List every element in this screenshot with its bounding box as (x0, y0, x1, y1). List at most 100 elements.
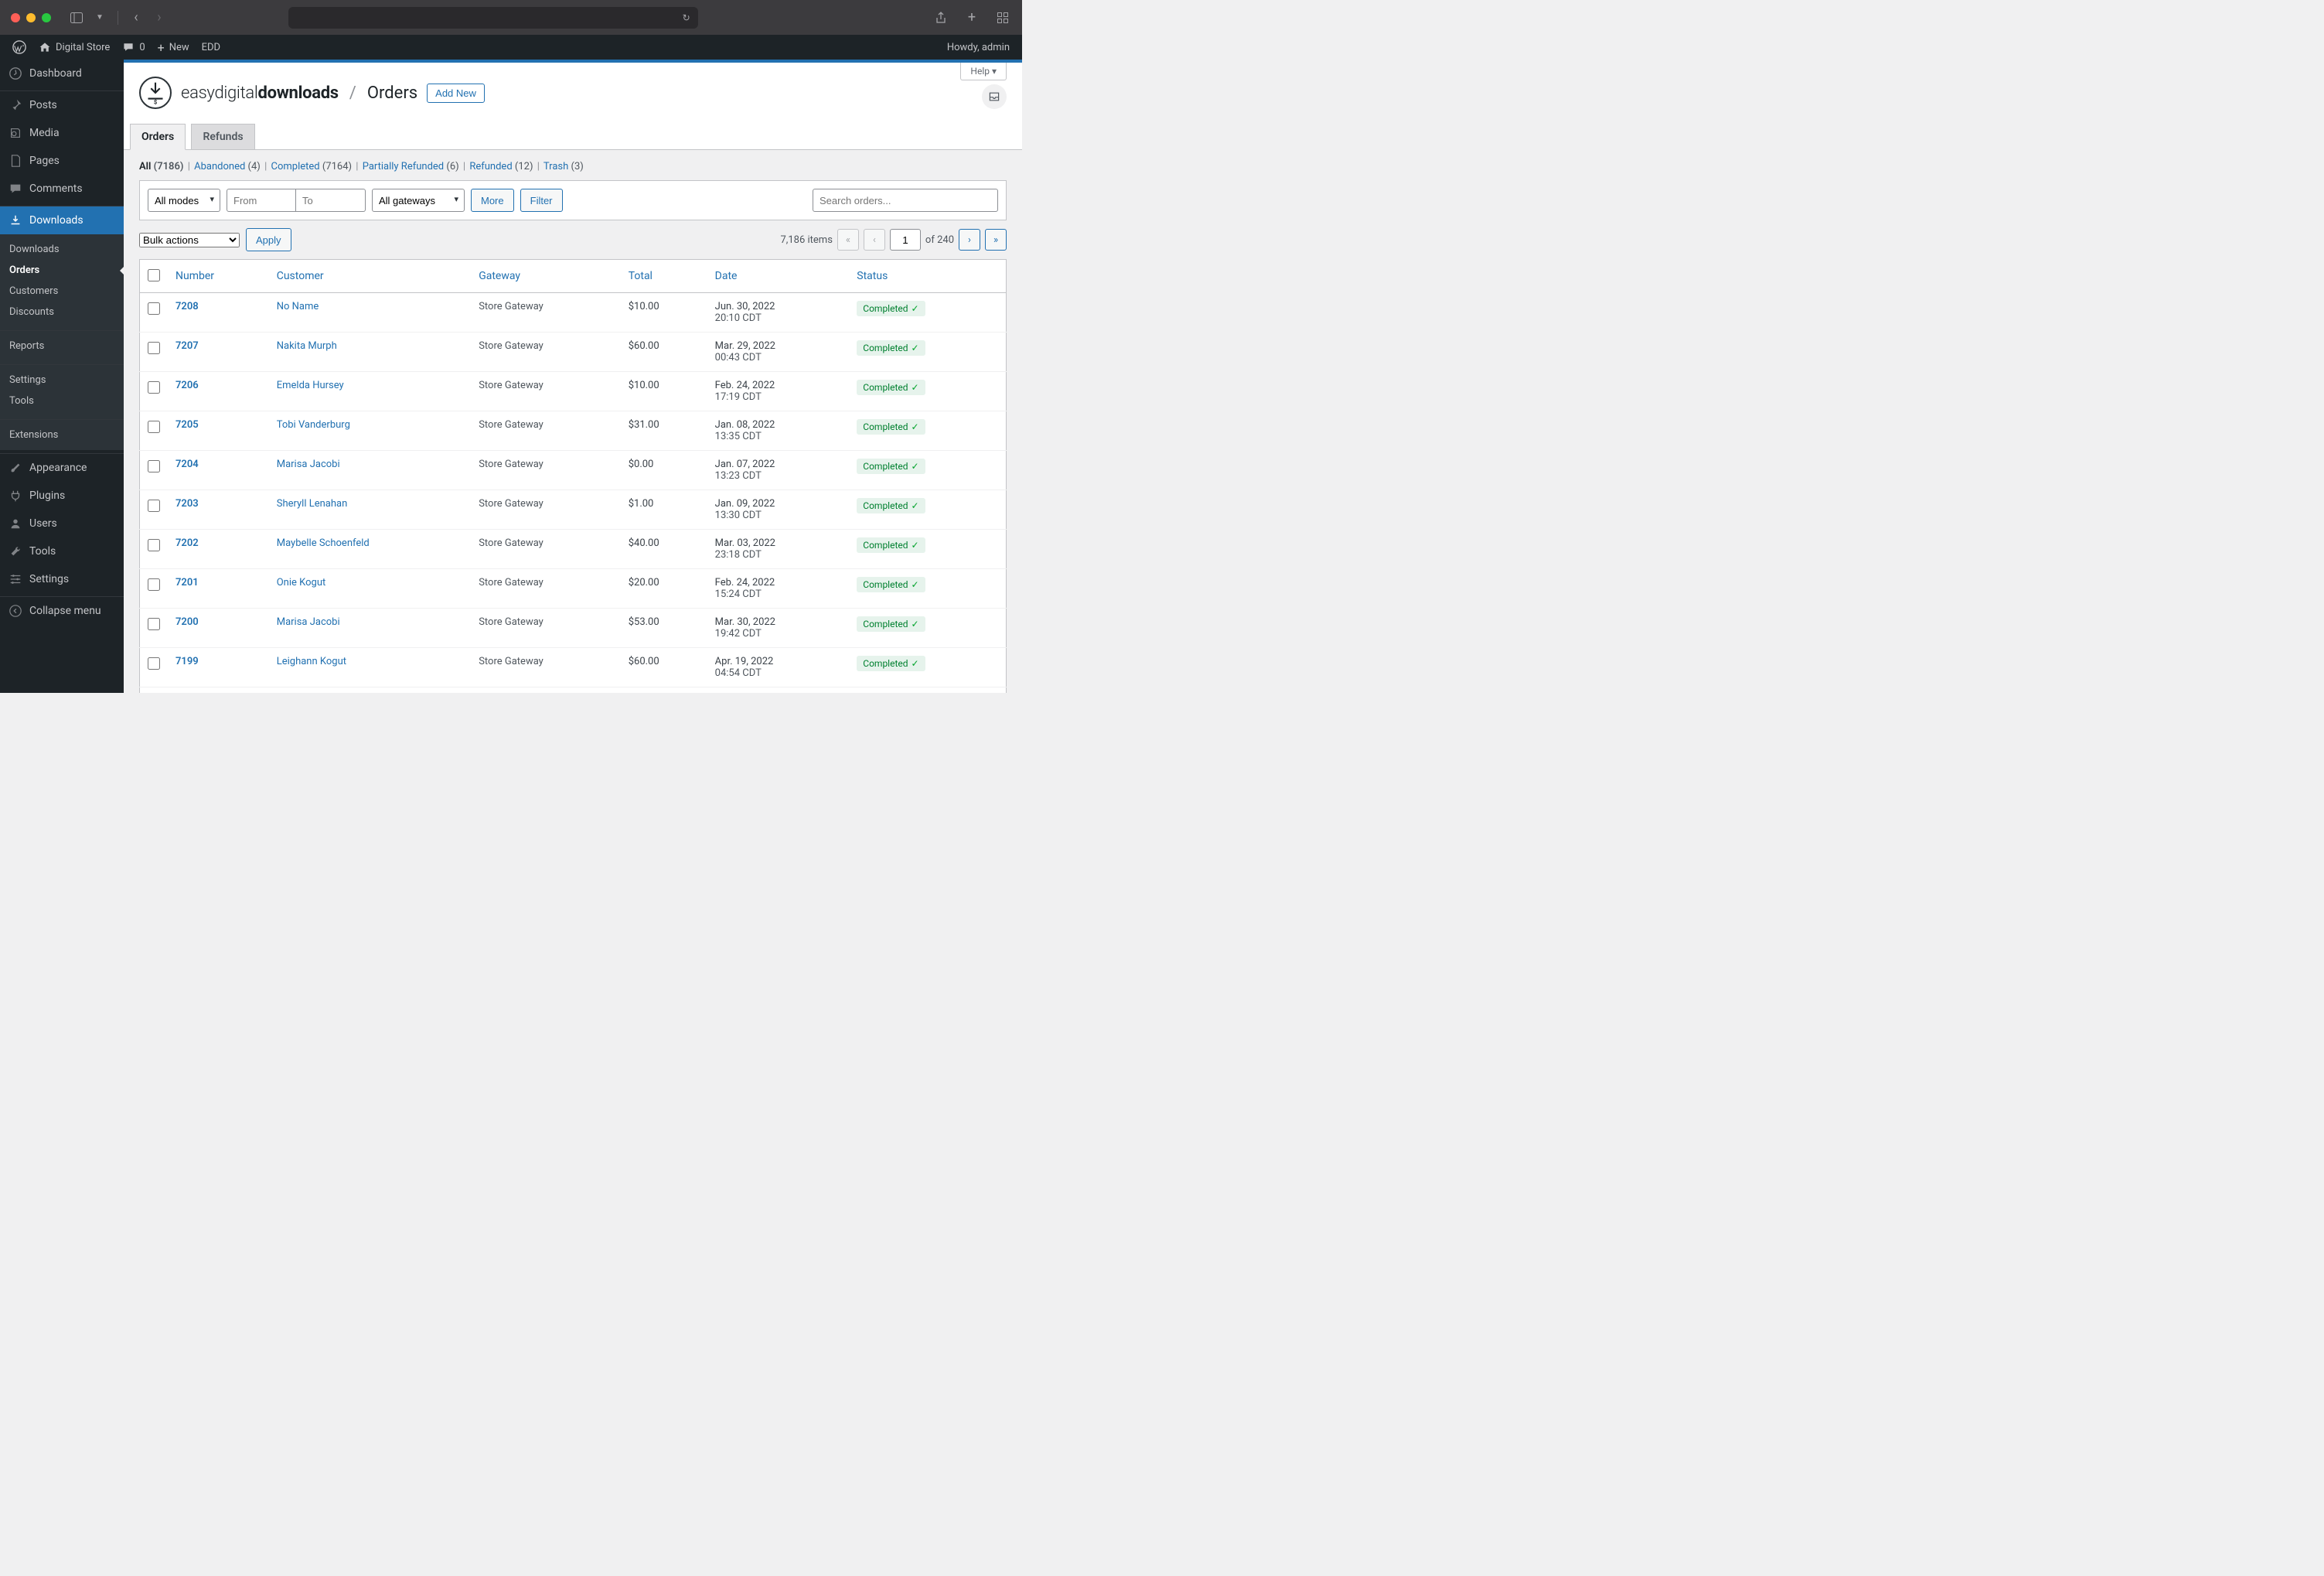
filter-button[interactable]: Filter (520, 189, 563, 212)
row-checkbox[interactable] (148, 302, 160, 315)
search-orders-input[interactable] (813, 189, 998, 212)
customer-link[interactable]: Nakita Murph (277, 340, 337, 352)
menu-comments[interactable]: Comments (0, 175, 124, 203)
row-checkbox[interactable] (148, 539, 160, 551)
col-status[interactable]: Status (849, 260, 1006, 293)
order-number-link[interactable]: 7204 (175, 459, 199, 470)
row-checkbox[interactable] (148, 500, 160, 512)
select-all-header[interactable] (140, 260, 169, 293)
row-checkbox[interactable] (148, 578, 160, 591)
tabs-icon[interactable] (994, 9, 1011, 26)
share-icon[interactable] (932, 9, 949, 26)
col-gateway[interactable]: Gateway (471, 260, 621, 293)
view-trash[interactable]: Trash (3) (544, 161, 584, 172)
customer-link[interactable]: No Name (277, 301, 319, 312)
modes-select[interactable]: All modes (148, 189, 220, 212)
last-page-button[interactable]: » (985, 229, 1007, 251)
submenu-extensions[interactable]: Extensions (0, 425, 124, 445)
menu-settings[interactable]: Settings (0, 565, 124, 593)
order-number-link[interactable]: 7199 (175, 656, 199, 667)
window-zoom[interactable] (42, 13, 51, 22)
view-refunded[interactable]: Refunded (12) (469, 161, 533, 172)
select-all-checkbox[interactable] (148, 269, 160, 281)
gateways-select[interactable]: All gateways (372, 189, 465, 212)
howdy-account[interactable]: Howdy, admin (941, 35, 1016, 60)
new-tab-icon[interactable]: + (963, 9, 980, 26)
customer-link[interactable]: Tobi Vanderburg (277, 419, 350, 431)
col-total[interactable]: Total (621, 260, 707, 293)
submenu-orders[interactable]: Orders (0, 260, 124, 281)
new-content-link[interactable]: + New (152, 35, 196, 60)
chevron-down-icon[interactable]: ▼ (91, 9, 108, 26)
submenu-settings[interactable]: Settings (0, 370, 124, 391)
order-number-link[interactable]: 7203 (175, 498, 199, 510)
row-checkbox[interactable] (148, 657, 160, 670)
comments-link[interactable]: 0 (116, 35, 151, 60)
row-checkbox[interactable] (148, 381, 160, 394)
menu-plugins[interactable]: Plugins (0, 482, 124, 510)
menu-appearance[interactable]: Appearance (0, 454, 124, 482)
row-checkbox[interactable] (148, 460, 160, 472)
row-checkbox[interactable] (148, 342, 160, 354)
sidebar-item-label: Comments (29, 183, 83, 195)
submenu-customers[interactable]: Customers (0, 281, 124, 302)
site-home-link[interactable]: Digital Store (32, 35, 116, 60)
url-bar[interactable]: ↻ (288, 7, 698, 29)
current-page-input[interactable] (890, 229, 921, 251)
menu-pages[interactable]: Pages (0, 147, 124, 175)
order-number-link[interactable]: 7205 (175, 419, 199, 431)
menu-dashboard[interactable]: Dashboard (0, 60, 124, 87)
customer-link[interactable]: Emelda Hursey (277, 380, 344, 391)
date-from-input[interactable] (227, 189, 296, 212)
submenu-discounts[interactable]: Discounts (0, 302, 124, 322)
submenu-downloads[interactable]: Downloads (0, 239, 124, 260)
view-abandoned[interactable]: Abandoned (4) (194, 161, 261, 172)
window-close[interactable] (11, 13, 20, 22)
menu-downloads[interactable]: Downloads (0, 206, 124, 234)
window-minimize[interactable] (26, 13, 36, 22)
customer-link[interactable]: Maybelle Schoenfeld (277, 537, 370, 549)
menu-media[interactable]: Media (0, 119, 124, 147)
submenu-reports[interactable]: Reports (0, 336, 124, 356)
row-checkbox[interactable] (148, 421, 160, 433)
row-checkbox[interactable] (148, 618, 160, 630)
menu-users[interactable]: Users (0, 510, 124, 537)
next-page-button[interactable]: › (959, 229, 980, 251)
customer-link[interactable]: Marisa Jacobi (277, 459, 340, 470)
edd-adminbar-link[interactable]: EDD (196, 35, 227, 60)
order-number-link[interactable]: 7207 (175, 340, 199, 352)
forward-button[interactable]: › (151, 9, 168, 26)
view-all[interactable]: All (7186) (139, 161, 183, 172)
col-number[interactable]: Number (168, 260, 269, 293)
view-completed[interactable]: Completed (7164) (271, 161, 353, 172)
menu-posts[interactable]: Posts (0, 91, 124, 119)
order-number-link[interactable]: 7200 (175, 616, 199, 628)
add-new-button[interactable]: Add New (427, 84, 485, 103)
order-number-link[interactable]: 7206 (175, 380, 199, 391)
customer-link[interactable]: Marisa Jacobi (277, 616, 340, 628)
col-customer[interactable]: Customer (269, 260, 471, 293)
collapse-menu[interactable]: Collapse menu (0, 597, 124, 625)
order-number-link[interactable]: 7202 (175, 537, 199, 549)
menu-tools[interactable]: Tools (0, 537, 124, 565)
customer-link[interactable]: Sheryll Lenahan (277, 498, 348, 510)
customer-link[interactable]: Onie Kogut (277, 577, 326, 588)
col-date[interactable]: Date (707, 260, 850, 293)
submenu-tools[interactable]: Tools (0, 391, 124, 411)
date-to-input[interactable] (296, 189, 366, 212)
inbox-button[interactable] (982, 84, 1007, 109)
order-number-link[interactable]: 7201 (175, 577, 199, 588)
reload-icon[interactable]: ↻ (683, 12, 690, 23)
view-partially-refunded[interactable]: Partially Refunded (6) (363, 161, 459, 172)
tab-orders[interactable]: Orders (130, 124, 186, 150)
more-filters-button[interactable]: More (471, 189, 514, 212)
customer-link[interactable]: Leighann Kogut (277, 656, 346, 667)
apply-bulk-button[interactable]: Apply (246, 228, 291, 251)
sidebar-toggle-icon[interactable] (68, 9, 85, 26)
wp-logo-icon[interactable] (6, 35, 32, 60)
help-tab[interactable]: Help (960, 63, 1007, 80)
order-number-link[interactable]: 7208 (175, 301, 199, 312)
bulk-actions-select[interactable]: Bulk actions (139, 233, 240, 247)
back-button[interactable]: ‹ (128, 9, 145, 26)
tab-refunds[interactable]: Refunds (191, 124, 254, 149)
